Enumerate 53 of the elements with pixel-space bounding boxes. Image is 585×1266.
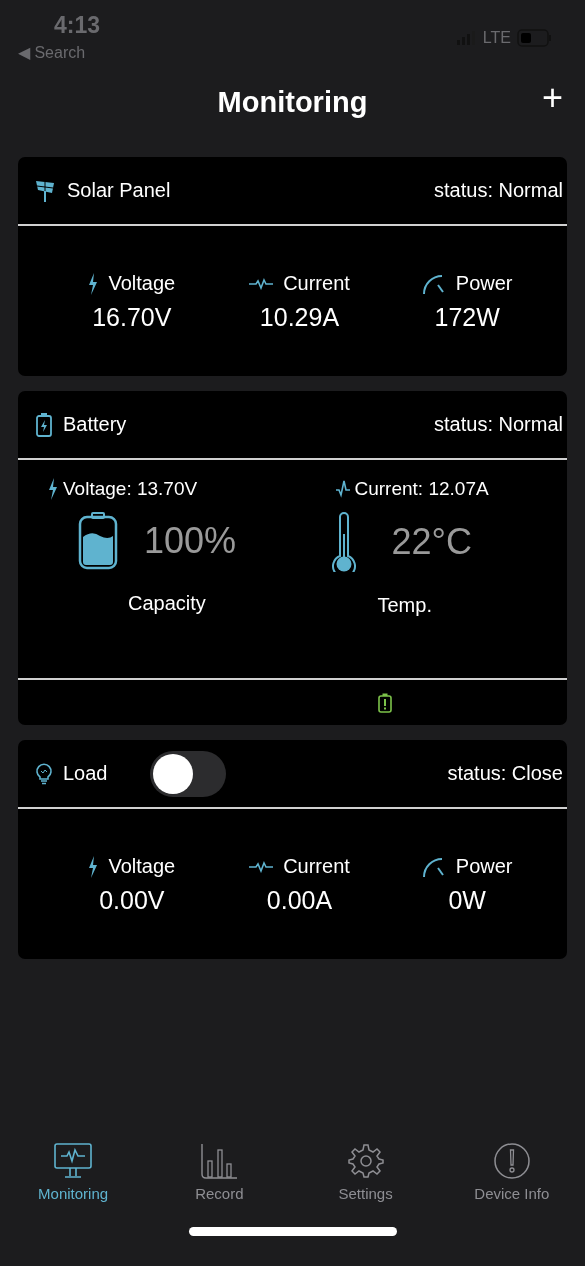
metric-label: Voltage bbox=[108, 272, 176, 295]
load-toggle[interactable] bbox=[149, 750, 226, 797]
metric-label: Power bbox=[455, 272, 513, 295]
lightning-icon bbox=[88, 855, 99, 878]
metric-value: 10.29A bbox=[259, 303, 340, 332]
bar-chart-icon bbox=[200, 1143, 239, 1179]
metric-value: 0W bbox=[448, 886, 486, 915]
tab[interactable]: Record bbox=[146, 1133, 293, 1202]
battery-alert-icon bbox=[378, 692, 392, 713]
lightning-icon bbox=[48, 478, 58, 500]
card-title: Load bbox=[63, 762, 108, 785]
status-time: 4:13 bbox=[53, 12, 101, 39]
card-title: Battery bbox=[63, 413, 127, 436]
temperature-label: Temp. bbox=[377, 594, 433, 617]
capacity-value: 100% bbox=[144, 520, 237, 562]
thermometer-icon bbox=[329, 512, 358, 572]
metric-value: 172W bbox=[434, 303, 500, 332]
battery-level-icon bbox=[78, 512, 118, 570]
tab[interactable]: Device Info bbox=[438, 1133, 585, 1202]
page-title: Monitoring bbox=[217, 85, 368, 119]
metric-value: 16.70V bbox=[92, 303, 172, 332]
tab[interactable]: Monitoring bbox=[0, 1133, 147, 1202]
monitor-icon bbox=[54, 1143, 93, 1179]
temperature-value: 22°C bbox=[391, 521, 472, 563]
metric-label: Current bbox=[283, 272, 350, 295]
tab[interactable]: Settings bbox=[292, 1133, 439, 1202]
metric-value: 0.00A bbox=[266, 886, 333, 915]
status-text: status: Normal bbox=[434, 179, 563, 202]
light-bulb-icon bbox=[35, 761, 53, 786]
back-link[interactable]: ◀ Search bbox=[18, 43, 101, 62]
info-icon bbox=[492, 1143, 531, 1179]
solar-panel-icon bbox=[35, 178, 57, 203]
settings-icon bbox=[346, 1143, 385, 1179]
capacity-label: Capacity bbox=[128, 592, 207, 615]
voltage-reading: Voltage: 13.70V bbox=[63, 478, 198, 500]
status-text: status: Close bbox=[447, 762, 563, 785]
network-label: LTE bbox=[482, 29, 511, 47]
lightning-icon bbox=[88, 272, 99, 295]
pulse-icon bbox=[249, 277, 274, 290]
gauge-icon bbox=[421, 272, 446, 295]
metric-value: 0.00V bbox=[99, 886, 165, 915]
pulse-icon bbox=[249, 860, 274, 873]
metric-label: Current bbox=[283, 855, 350, 878]
metric-label: Voltage bbox=[108, 855, 176, 878]
status-text: status: Normal bbox=[434, 413, 563, 436]
metric-label: Power bbox=[455, 855, 513, 878]
add-button[interactable]: + bbox=[541, 80, 563, 116]
card-title: Solar Panel bbox=[67, 179, 171, 202]
current-reading: Current: 12.07A bbox=[354, 478, 489, 500]
pulse-icon bbox=[335, 479, 350, 499]
battery-charging-icon bbox=[35, 412, 53, 437]
battery-icon bbox=[517, 29, 553, 47]
gauge-icon bbox=[421, 855, 446, 878]
